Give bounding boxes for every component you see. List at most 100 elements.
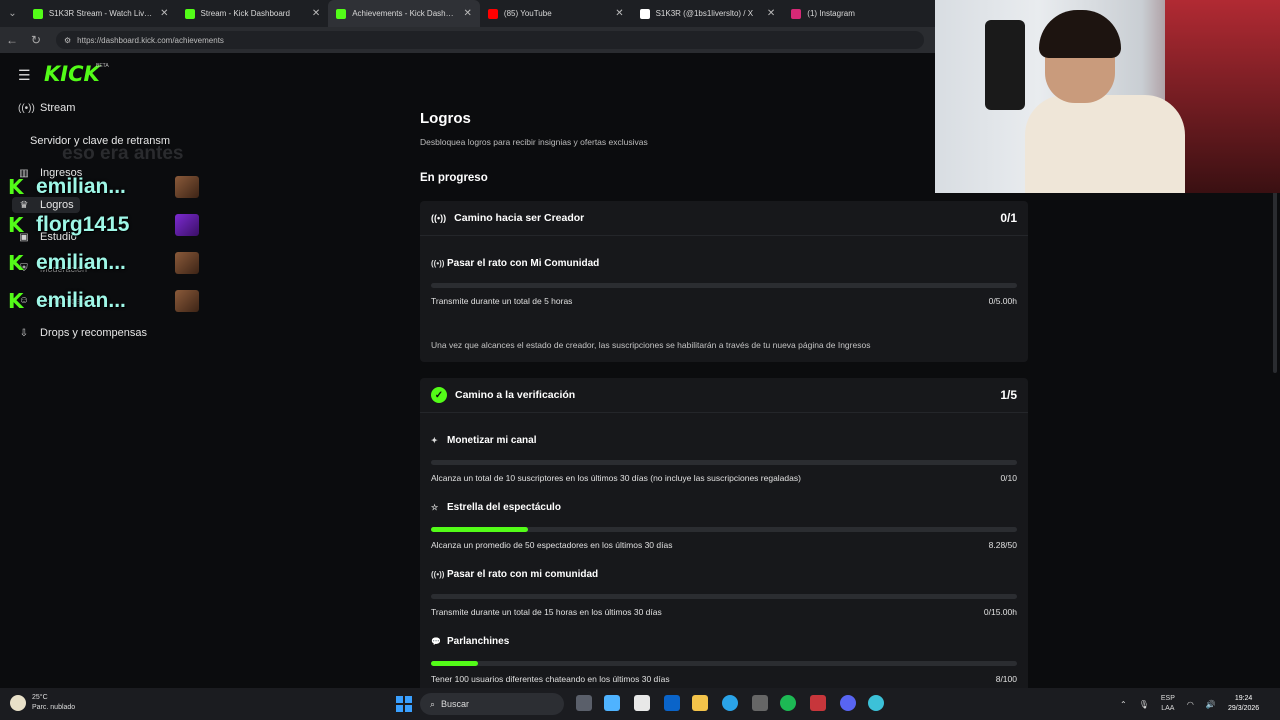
- back-arrow-icon[interactable]: ←: [0, 33, 24, 47]
- verified-check-icon: ✓: [431, 387, 447, 403]
- kick-favicon-icon: [32, 8, 43, 19]
- sidebar-item-label: Drops y recompensas: [40, 327, 147, 339]
- achievement-item: ☆ Estrella del espectáculo Alcanza un pro…: [431, 502, 1017, 550]
- page-description: Desbloquea logros para recibir insignias…: [420, 137, 648, 147]
- spotify-icon[interactable]: [780, 695, 796, 711]
- achievement-item: ✦ Monetizar mi canal Alcanza un total de …: [431, 435, 1017, 483]
- streamer-body-shape: [1025, 95, 1185, 193]
- close-icon[interactable]: ✕: [615, 8, 623, 19]
- edge-icon[interactable]: [722, 695, 738, 711]
- broadcast-icon: ((•)): [431, 259, 445, 268]
- progress-bar: [431, 661, 1017, 666]
- volume-icon[interactable]: 🔊: [1206, 700, 1216, 709]
- sidebar-item-drops[interactable]: ⇩ Drops y recompensas: [18, 327, 147, 339]
- broadcast-icon: ((•)): [431, 570, 445, 579]
- emote-icon: [175, 176, 199, 198]
- sparkle-icon: ✦: [431, 436, 438, 445]
- chevron-up-icon[interactable]: ⌃: [1120, 700, 1127, 709]
- kick-favicon-icon: [336, 8, 347, 19]
- close-icon[interactable]: ✕: [312, 8, 320, 19]
- card-note: Una vez que alcances el estado de creado…: [431, 340, 871, 350]
- weather-desc: Parc. nublado: [32, 704, 76, 711]
- tab-title: Achievements - Kick Dashboard: [352, 9, 458, 18]
- browser-tab-active[interactable]: Achievements - Kick Dashboard ✕: [328, 0, 480, 27]
- weather-widget[interactable]: 25°C Parc. nublado: [10, 693, 75, 713]
- tab-list-chevron-icon[interactable]: ⌄: [0, 0, 25, 27]
- achievement-name: Parlanchines: [447, 636, 510, 647]
- file-explorer-icon[interactable]: [692, 695, 708, 711]
- chat-username: florg1415: [36, 213, 130, 236]
- card-header[interactable]: ((•)) Camino hacia ser Creador 0/1: [420, 201, 1028, 236]
- search-icon: ⌕: [430, 698, 436, 709]
- achievement-value: 0/15.00h: [983, 607, 1017, 617]
- beta-tag: BETA: [96, 63, 109, 69]
- browser-tab[interactable]: Stream - Kick Dashboard ✕: [177, 0, 329, 27]
- achievement-description: Transmite durante un total de 15 horas e…: [431, 607, 662, 617]
- browser-tab-strip: ⌄ S1K3R Stream - Watch Live on Kick ✕ Str…: [0, 0, 935, 27]
- achievement-value: 0/10: [1000, 473, 1017, 483]
- instagram-favicon-icon: [791, 8, 802, 19]
- achievement-item: ((•)) Pasar el rato con mi comunidad Tran…: [431, 569, 1017, 617]
- sidebar-item-label: Stream: [40, 102, 76, 114]
- clock-date: 29/3/2026: [1228, 705, 1260, 712]
- browser-tab[interactable]: S1K3R (@1bs1liverslto) / X ✕: [632, 0, 784, 27]
- wifi-icon[interactable]: ◠: [1187, 700, 1194, 709]
- browser-tab[interactable]: S1K3R Stream - Watch Live on Kick ✕: [25, 0, 177, 27]
- achievement-name: Estrella del espectáculo: [447, 502, 561, 513]
- card-title: Camino a la verificación: [455, 389, 576, 401]
- chat-overlay-message: Kemilian...: [8, 248, 208, 278]
- system-tray: ⌃ 🎙 ESP LAA ◠ 🔊: [1120, 694, 1216, 714]
- close-icon[interactable]: ✕: [160, 8, 168, 19]
- x-favicon-icon: [639, 8, 650, 19]
- progress-bar: [431, 527, 1017, 532]
- discord-icon[interactable]: [840, 695, 856, 711]
- microphone-shape: [985, 20, 1025, 110]
- hamburger-menu-icon[interactable]: ☰: [18, 67, 31, 84]
- achievement-card-verification: ✓ Camino a la verificación 1/5 ✦ Monetizar …: [420, 378, 1028, 698]
- progress-bar: [431, 460, 1017, 465]
- taskbar-search[interactable]: ⌕ Buscar: [420, 693, 564, 715]
- chat-username: emilian...: [36, 289, 126, 312]
- achievement-value: 8.28/50: [988, 540, 1017, 550]
- reload-icon[interactable]: ↻: [24, 33, 48, 47]
- sidebar-item-stream[interactable]: ((•)) Stream: [18, 102, 75, 114]
- store-icon[interactable]: [634, 695, 650, 711]
- taskbar-clock[interactable]: 19:24 29/3/2026: [1228, 694, 1259, 714]
- achievement-card-creator: ((•)) Camino hacia ser Creador 0/1 ((•)) Pa…: [420, 201, 1028, 362]
- emote-icon: [175, 252, 199, 274]
- tab-title: S1K3R Stream - Watch Live on Kick: [48, 9, 154, 18]
- browser-tab[interactable]: (1) Instagram: [783, 0, 935, 27]
- address-bar: ← ↻ ⚙ https://dashboard.kick.com/achievem…: [0, 27, 935, 53]
- url-text: https://dashboard.kick.com/achievements: [77, 35, 224, 45]
- kick-favicon-icon: [184, 8, 195, 19]
- progress-bar: [431, 283, 1017, 288]
- browser-tab[interactable]: (85) YouTube ✕: [480, 0, 632, 27]
- app-icon[interactable]: [752, 695, 768, 711]
- lang-layout: LAA: [1161, 705, 1175, 712]
- achievement-item: 💬 Parlanchines Tener 100 usuarios diferen…: [431, 636, 1017, 684]
- browser-icon[interactable]: [868, 695, 884, 711]
- microphone-icon[interactable]: 🎙: [1139, 700, 1149, 709]
- webcam-overlay: [935, 0, 1280, 193]
- close-icon[interactable]: ✕: [464, 8, 472, 19]
- url-field[interactable]: ⚙ https://dashboard.kick.com/achievements: [56, 31, 924, 49]
- copilot-icon[interactable]: [604, 695, 620, 711]
- tab-title: (85) YouTube: [503, 9, 552, 18]
- youtube-favicon-icon: [487, 8, 498, 19]
- achievement-name: Pasar el rato con mi comunidad: [447, 569, 599, 580]
- language-indicator[interactable]: ESP LAA: [1161, 694, 1175, 714]
- task-view-icon[interactable]: [576, 695, 592, 711]
- kick-logo[interactable]: KICK: [44, 62, 100, 86]
- site-info-icon[interactable]: ⚙: [64, 36, 71, 45]
- app-icon[interactable]: [810, 695, 826, 711]
- star-person-icon: ☆: [431, 503, 439, 512]
- close-icon[interactable]: ✕: [767, 8, 775, 19]
- card-header[interactable]: ✓ Camino a la verificación 1/5: [420, 378, 1028, 413]
- outlook-icon[interactable]: [664, 695, 680, 711]
- lang-code: ESP: [1160, 695, 1175, 702]
- chat-overlay-message: Kemilian...: [8, 286, 208, 316]
- achievement-description: Alcanza un total de 10 suscriptores en l…: [431, 473, 801, 483]
- sidebar: ☰ KICK BETA ((•)) Stream Servidor y clave…: [0, 53, 380, 688]
- achievement-value: 8/100: [995, 674, 1017, 684]
- windows-start-icon[interactable]: [396, 696, 412, 712]
